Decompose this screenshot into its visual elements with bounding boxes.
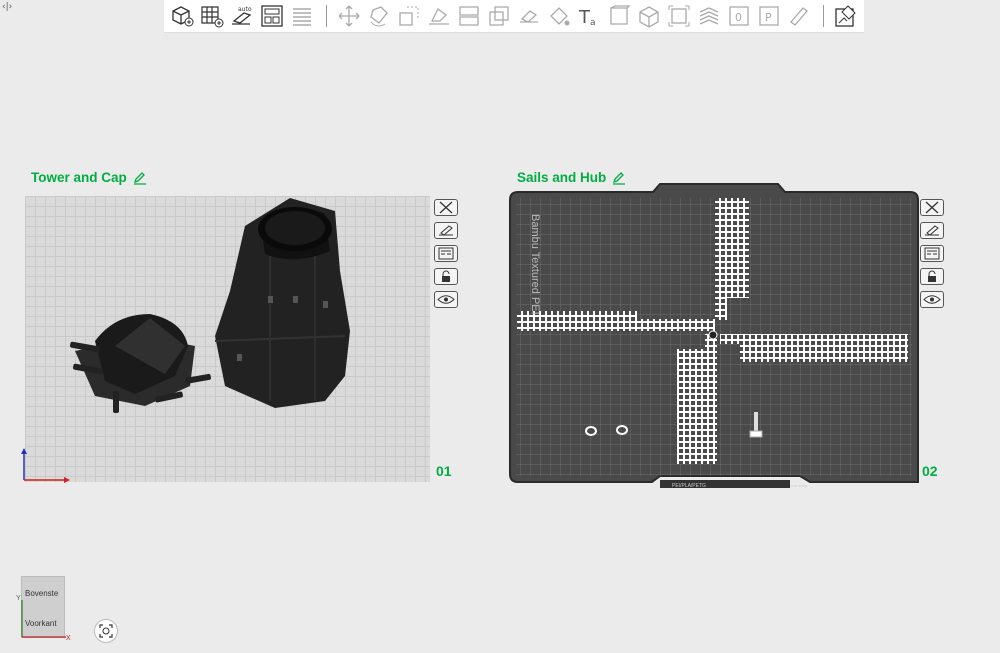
plate-settings-eye-icon[interactable] — [434, 291, 458, 308]
build-plate-2[interactable]: Bambu Textured PEI PEI/PLA/PETG Low temp — [509, 183, 919, 489]
move-icon[interactable] — [335, 2, 363, 30]
arrange-icon[interactable] — [258, 2, 286, 30]
text-icon[interactable]: Ta — [575, 2, 603, 30]
assembly-icon[interactable] — [665, 2, 693, 30]
camera-reset-button[interactable] — [94, 619, 118, 643]
arrange-plate-icon[interactable] — [434, 245, 458, 262]
plate-1-name: Tower and Cap — [31, 170, 127, 185]
svg-text:auto: auto — [238, 6, 252, 13]
orient-plate-icon[interactable] — [920, 222, 944, 239]
fuzzy-skin-icon[interactable]: P — [755, 2, 783, 30]
edit-pencil-icon[interactable] — [612, 171, 626, 185]
brim-ears-icon[interactable] — [785, 2, 813, 30]
build-plate-1[interactable] — [21, 196, 430, 483]
split-icon[interactable] — [455, 2, 483, 30]
plate-1-models — [70, 198, 350, 413]
svg-text:P: P — [765, 11, 772, 24]
bed-footer-small-text: Low temp — [790, 483, 808, 488]
view-axis-x-label: X — [66, 635, 71, 642]
lock-plate-icon[interactable] — [920, 268, 944, 285]
plate-1-actions — [434, 199, 458, 308]
plate-settings-icon[interactable] — [832, 2, 860, 30]
plate-2-name: Sails and Hub — [517, 170, 607, 185]
close-plate-icon[interactable] — [434, 199, 458, 216]
orient-plate-icon[interactable] — [434, 222, 458, 239]
focus-icon — [99, 624, 113, 638]
plate-title-2[interactable]: Sails and Hub — [517, 170, 626, 185]
main-toolbar: auto Ta 0 P — [164, 0, 864, 33]
bed-footer-text: PEI/PLA/PETG — [672, 483, 706, 489]
view-axis-y-label: Y — [16, 595, 21, 602]
lock-plate-icon[interactable] — [434, 268, 458, 285]
toolbar-separator — [823, 5, 824, 27]
arrange-plate-icon[interactable] — [920, 245, 944, 262]
rotate-icon[interactable] — [365, 2, 393, 30]
plate-settings-eye-icon[interactable] — [920, 291, 944, 308]
plate-2-bed: Bambu Textured PEI PEI/PLA/PETG Low temp — [509, 183, 919, 489]
edit-pencil-icon[interactable] — [133, 171, 147, 185]
view-axis-gizmo: Y X — [16, 595, 71, 642]
seam-icon[interactable]: 0 — [725, 2, 753, 30]
emboss-icon[interactable] — [605, 2, 633, 30]
add-plate-icon[interactable] — [198, 2, 226, 30]
plate-number-1: 01 — [436, 463, 452, 479]
boolean-icon[interactable] — [515, 2, 543, 30]
plate-2-actions — [920, 199, 944, 308]
plate-number-2: 02 — [922, 463, 938, 479]
svg-text:a: a — [590, 18, 596, 28]
support-paint-icon[interactable] — [695, 2, 723, 30]
lay-on-face-icon[interactable] — [425, 2, 453, 30]
scale-icon[interactable] — [395, 2, 423, 30]
paint-icon[interactable] — [545, 2, 573, 30]
bed-brand-text: Bambu Textured PEI — [529, 214, 541, 315]
plate-title-1[interactable]: Tower and Cap — [31, 170, 147, 185]
layers-icon[interactable] — [288, 2, 316, 30]
close-plate-icon[interactable] — [920, 199, 944, 216]
auto-orient-icon[interactable]: auto — [228, 2, 256, 30]
measure-icon[interactable] — [635, 2, 663, 30]
axis-gizmo — [21, 448, 70, 483]
window-control-mark[interactable]: ‹|› — [2, 2, 12, 12]
toolbar-separator — [326, 5, 327, 27]
tower-model[interactable] — [214, 198, 350, 408]
cut-icon[interactable] — [485, 2, 513, 30]
svg-text:0: 0 — [735, 11, 742, 24]
add-cube-icon[interactable] — [168, 2, 196, 30]
cap-model[interactable] — [70, 314, 212, 413]
